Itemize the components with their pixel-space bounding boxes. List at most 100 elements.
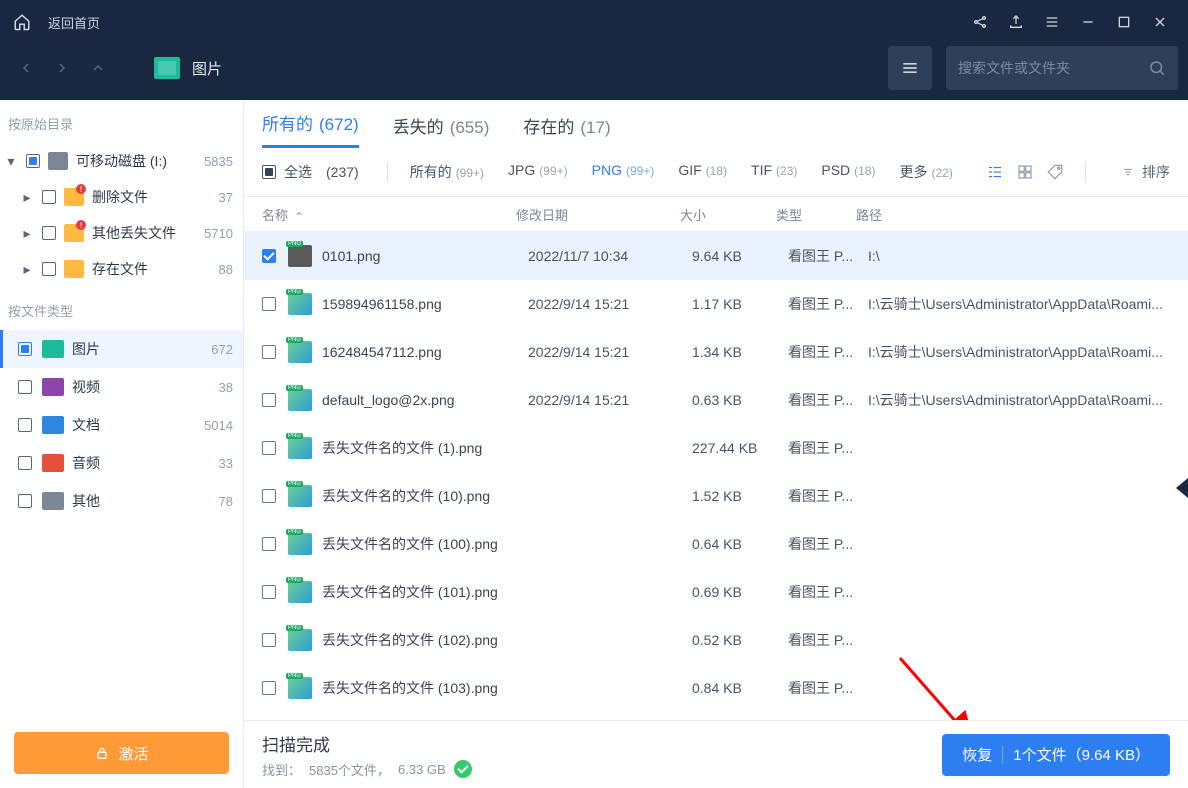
col-date[interactable]: 修改日期 bbox=[516, 205, 680, 224]
breadcrumb: 图片 bbox=[154, 57, 222, 79]
disk-icon bbox=[48, 152, 68, 170]
checkbox[interactable] bbox=[26, 154, 40, 168]
nav-up[interactable] bbox=[82, 52, 114, 84]
file-path: I:\ bbox=[868, 248, 1170, 264]
table-row[interactable]: 丢失文件名的文件 (1).png 227.44 KB 看图王 P... bbox=[244, 424, 1188, 472]
tree-item[interactable]: ▸ 其他丢失文件 5710 bbox=[16, 215, 243, 251]
table-row[interactable]: default_logo@2x.png 2022/9/14 15:21 0.63… bbox=[244, 376, 1188, 424]
row-checkbox[interactable] bbox=[262, 249, 276, 263]
found-files: 5835个文件， bbox=[309, 760, 390, 779]
table-row[interactable]: 丢失文件名的文件 (102).png 0.52 KB 看图王 P... bbox=[244, 616, 1188, 664]
col-name[interactable]: 名称 bbox=[262, 205, 516, 224]
checkbox[interactable] bbox=[42, 226, 56, 240]
section-original-dir: 按原始目录 bbox=[0, 100, 243, 143]
category-item[interactable]: 文档 5014 bbox=[0, 406, 243, 444]
file-date: 2022/9/14 15:21 bbox=[528, 344, 692, 360]
tree-item-count: 5710 bbox=[204, 226, 233, 241]
minimize-button[interactable] bbox=[1070, 4, 1106, 40]
checkbox[interactable] bbox=[262, 165, 276, 179]
file-thumb-icon bbox=[288, 485, 312, 507]
category-item[interactable]: 视频 38 bbox=[0, 368, 243, 406]
export-button[interactable] bbox=[998, 4, 1034, 40]
close-button[interactable] bbox=[1142, 4, 1178, 40]
category-item[interactable]: 音频 33 bbox=[0, 444, 243, 482]
category-item[interactable]: 图片 672 bbox=[0, 330, 243, 368]
row-checkbox[interactable] bbox=[262, 681, 276, 695]
activate-button[interactable]: 激活 bbox=[14, 732, 229, 774]
row-checkbox[interactable] bbox=[262, 441, 276, 455]
back-home-link[interactable]: 返回首页 bbox=[48, 13, 100, 32]
checkbox[interactable] bbox=[42, 190, 56, 204]
table-row[interactable]: 丢失文件名的文件 (103).png 0.84 KB 看图王 P... bbox=[244, 664, 1188, 712]
status-tab[interactable]: 丢失的 (655) bbox=[393, 113, 490, 148]
category-item[interactable]: 其他 78 bbox=[0, 482, 243, 520]
file-thumb-icon bbox=[288, 677, 312, 699]
filter-chip[interactable]: PSD (18) bbox=[813, 162, 883, 182]
view-list[interactable] bbox=[985, 162, 1005, 182]
filter-chip[interactable]: 所有的 (99+) bbox=[402, 162, 492, 182]
tree-item[interactable]: ▸ 存在文件 88 bbox=[16, 251, 243, 287]
tree-item-count: 37 bbox=[219, 190, 233, 205]
filter-chip-count: (23) bbox=[776, 164, 797, 178]
tree-item[interactable]: ▸ 删除文件 37 bbox=[16, 179, 243, 215]
search-box[interactable] bbox=[946, 46, 1178, 90]
row-checkbox[interactable] bbox=[262, 345, 276, 359]
file-size: 1.17 KB bbox=[692, 296, 788, 312]
filter-chip[interactable]: 更多 (22) bbox=[892, 162, 961, 182]
checkbox[interactable] bbox=[18, 380, 32, 394]
found-size: 6.33 GB bbox=[398, 762, 446, 777]
status-tab[interactable]: 存在的 (17) bbox=[523, 113, 610, 148]
file-thumb-icon bbox=[288, 437, 312, 459]
row-checkbox[interactable] bbox=[262, 393, 276, 407]
filter-chip[interactable]: TIF (23) bbox=[743, 162, 805, 182]
checkbox[interactable] bbox=[18, 494, 32, 508]
status-tab[interactable]: 所有的 (672) bbox=[262, 110, 359, 148]
nav-forward[interactable] bbox=[46, 52, 78, 84]
filter-chip-count: (22) bbox=[932, 166, 953, 180]
select-all[interactable]: 全选 (237) bbox=[262, 162, 359, 182]
row-checkbox[interactable] bbox=[262, 585, 276, 599]
col-size[interactable]: 大小 bbox=[680, 205, 776, 224]
category-label: 音频 bbox=[72, 453, 100, 473]
row-checkbox[interactable] bbox=[262, 633, 276, 647]
table-row[interactable]: 丢失文件名的文件 (101).png 0.69 KB 看图王 P... bbox=[244, 568, 1188, 616]
menu-button[interactable] bbox=[1034, 4, 1070, 40]
col-path[interactable]: 路径 bbox=[856, 205, 1170, 224]
row-checkbox[interactable] bbox=[262, 489, 276, 503]
share-button[interactable] bbox=[962, 4, 998, 40]
col-type[interactable]: 类型 bbox=[776, 205, 856, 224]
view-grid[interactable] bbox=[1015, 162, 1035, 182]
checkbox[interactable] bbox=[18, 418, 32, 432]
table-row[interactable]: 162484547112.png 2022/9/14 15:21 1.34 KB… bbox=[244, 328, 1188, 376]
filter-chip-count: (99+) bbox=[626, 164, 654, 178]
row-checkbox[interactable] bbox=[262, 537, 276, 551]
view-tag[interactable] bbox=[1045, 162, 1065, 182]
checkbox[interactable] bbox=[42, 262, 56, 276]
table-row[interactable]: 159894961158.png 2022/9/14 15:21 1.17 KB… bbox=[244, 280, 1188, 328]
maximize-button[interactable] bbox=[1106, 4, 1142, 40]
table-row[interactable]: 0101.png 2022/11/7 10:34 9.64 KB 看图王 P..… bbox=[244, 232, 1188, 280]
row-checkbox[interactable] bbox=[262, 297, 276, 311]
section-file-type: 按文件类型 bbox=[0, 287, 243, 330]
recover-button[interactable]: 恢复 1个文件（9.64 KB） bbox=[942, 734, 1170, 776]
file-name: 0101.png bbox=[322, 248, 528, 264]
nav-back[interactable] bbox=[10, 52, 42, 84]
filter-chip[interactable]: JPG (99+) bbox=[500, 162, 576, 182]
search-input[interactable] bbox=[958, 60, 1148, 76]
sort-button[interactable]: 排序 bbox=[1120, 162, 1170, 182]
tree-root[interactable]: ▾ 可移动磁盘 (I:) 5835 bbox=[0, 143, 243, 179]
table-row[interactable]: 丢失文件名的文件 (100).png 0.64 KB 看图王 P... bbox=[244, 520, 1188, 568]
checkbox[interactable] bbox=[18, 456, 32, 470]
table-row[interactable]: 丢失文件名的文件 (10).png 1.52 KB 看图王 P... bbox=[244, 472, 1188, 520]
checkbox[interactable] bbox=[18, 342, 32, 356]
filter-chip[interactable]: PNG (99+) bbox=[584, 162, 663, 182]
export-icon bbox=[1008, 14, 1024, 30]
filter-chip[interactable]: GIF (18) bbox=[670, 162, 735, 182]
folder-icon bbox=[64, 188, 84, 206]
category-icon bbox=[42, 416, 64, 434]
edge-handle[interactable] bbox=[1176, 478, 1188, 498]
home-button[interactable] bbox=[10, 10, 34, 34]
hamburger-button[interactable] bbox=[888, 46, 932, 90]
filter-chip-label: 所有的 bbox=[410, 162, 452, 182]
activate-label: 激活 bbox=[118, 743, 148, 764]
